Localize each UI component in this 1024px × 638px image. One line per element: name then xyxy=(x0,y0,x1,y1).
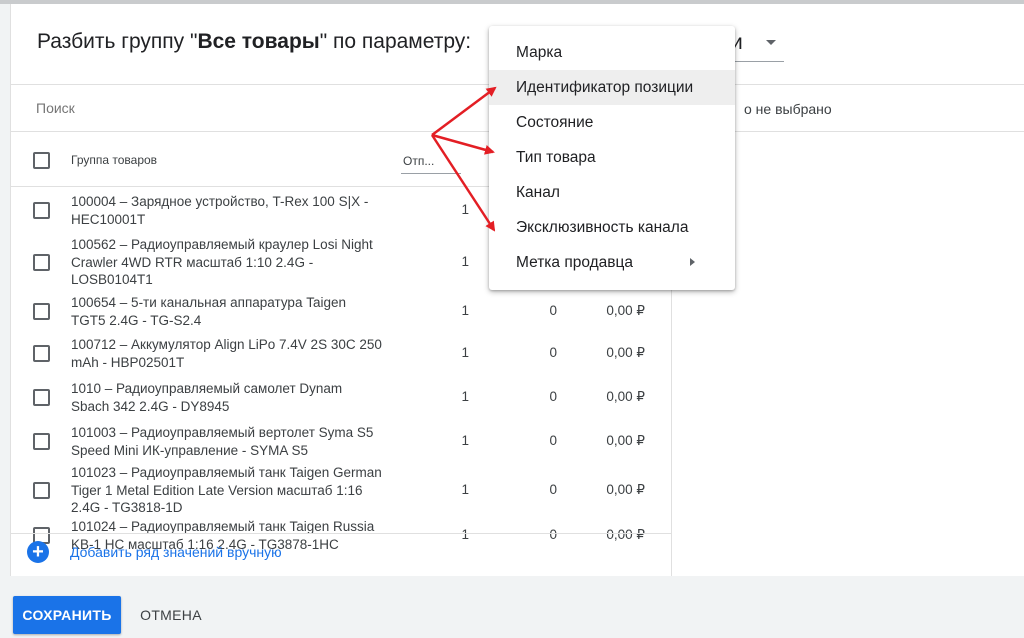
row-product-name: 100712 – Аккумулятор Align LiPo 7.4V 2S … xyxy=(71,337,382,370)
row-value-amount: 0,00 ₽ xyxy=(606,303,645,318)
row-value-amount: 0,00 ₽ xyxy=(606,482,645,497)
row-checkbox[interactable] xyxy=(33,254,50,271)
row-shipped-count: 1 xyxy=(461,345,469,360)
row-value-count: 0 xyxy=(549,527,557,542)
row-product-name: 1010 – Радиоуправляемый самолет Dynam Sb… xyxy=(71,381,343,414)
row-product-name: 101003 – Радиоуправляемый вертолет Syma … xyxy=(71,425,374,458)
row-checkbox[interactable] xyxy=(33,389,50,406)
row-shipped-count: 1 xyxy=(461,527,469,542)
column-header-group: Группа товаров xyxy=(71,153,158,167)
add-row-button[interactable]: + Добавить ряд значений вручную xyxy=(27,541,282,563)
parameter-dropdown-menu: Марка Идентификатор позиции Состояние Ти… xyxy=(489,26,735,290)
cancel-button[interactable]: ОТМЕНА xyxy=(130,596,212,634)
select-all-checkbox[interactable] xyxy=(33,152,50,169)
row-checkbox[interactable] xyxy=(33,433,50,450)
row-checkbox[interactable] xyxy=(33,345,50,362)
menu-item-channel-exclusivity[interactable]: Эксклюзивность канала xyxy=(489,210,735,245)
table-footer-divider xyxy=(11,533,671,534)
selection-status-text: о не выбрано xyxy=(744,101,832,117)
row-shipped-count: 1 xyxy=(461,389,469,404)
menu-item-brand[interactable]: Марка xyxy=(489,35,735,70)
column-header-shipped[interactable]: Отп... xyxy=(401,144,461,174)
row-product-name: 100654 – 5-ти канальная аппаратура Taige… xyxy=(71,295,346,328)
group-name: Все товары xyxy=(197,30,320,53)
dropdown-caret-icon xyxy=(766,40,776,45)
search-input[interactable] xyxy=(36,100,416,116)
row-value-count: 0 xyxy=(549,345,557,360)
row-product-name: 100004 – Зарядное устройство, T-Rex 100 … xyxy=(71,194,369,227)
table-row[interactable]: 101023 – Радиоуправляемый танк Taigen Ge… xyxy=(11,463,671,517)
row-value-amount: 0,00 ₽ xyxy=(606,527,645,542)
row-value-amount: 0,00 ₽ xyxy=(606,433,645,448)
row-value-amount: 0,00 ₽ xyxy=(606,389,645,404)
row-product-name: 100562 – Радиоуправляемый краулер Losi N… xyxy=(71,237,373,287)
menu-item-condition[interactable]: Состояние xyxy=(489,105,735,140)
menu-item-channel[interactable]: Канал xyxy=(489,175,735,210)
row-value-amount: 0,00 ₽ xyxy=(606,345,645,360)
row-product-name: 101023 – Радиоуправляемый танк Taigen Ge… xyxy=(71,465,382,515)
table-row[interactable]: 100712 – Аккумулятор Align LiPo 7.4V 2S … xyxy=(11,335,671,371)
row-shipped-count: 1 xyxy=(461,202,469,217)
add-row-label: Добавить ряд значений вручную xyxy=(70,544,282,560)
row-shipped-count: 1 xyxy=(461,254,469,269)
menu-item-item-id[interactable]: Идентификатор позиции xyxy=(489,70,735,105)
menu-item-seller-label[interactable]: Метка продавца xyxy=(489,245,735,280)
row-shipped-count: 1 xyxy=(461,303,469,318)
row-checkbox[interactable] xyxy=(33,303,50,320)
row-checkbox[interactable] xyxy=(33,202,50,219)
row-value-count: 0 xyxy=(549,482,557,497)
row-value-count: 0 xyxy=(549,303,557,318)
row-value-count: 0 xyxy=(549,433,557,448)
row-value-count: 0 xyxy=(549,389,557,404)
parameter-select[interactable]: и xyxy=(731,28,784,62)
table-row[interactable]: 101003 – Радиоуправляемый вертолет Syma … xyxy=(11,423,671,459)
plus-icon: + xyxy=(27,541,49,563)
split-title: Разбить группу "Все товары" по параметру… xyxy=(37,30,472,53)
menu-item-product-type[interactable]: Тип товара xyxy=(489,140,735,175)
table-row[interactable]: 1010 – Радиоуправляемый самолет Dynam Sb… xyxy=(11,379,671,415)
row-checkbox[interactable] xyxy=(33,482,50,499)
submenu-arrow-icon xyxy=(690,258,695,266)
table-row[interactable]: 100654 – 5-ти канальная аппаратура Taige… xyxy=(11,293,671,329)
row-shipped-count: 1 xyxy=(461,482,469,497)
save-button[interactable]: СОХРАНИТЬ xyxy=(13,596,121,634)
row-shipped-count: 1 xyxy=(461,433,469,448)
